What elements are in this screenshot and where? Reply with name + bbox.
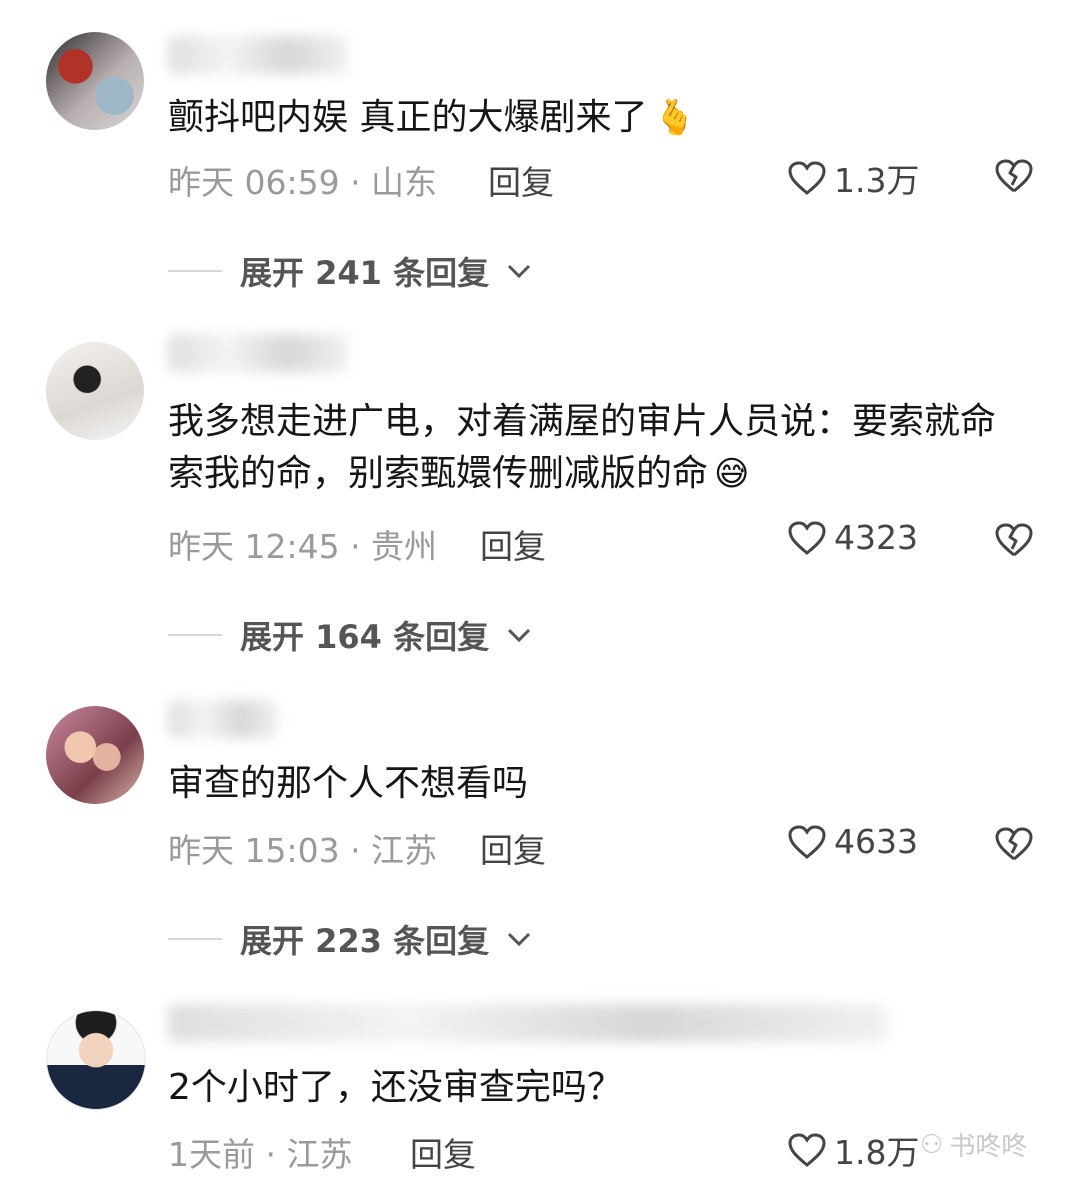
comment-meta: 昨天 12:45 · 贵州	[168, 527, 438, 566]
username-blurred[interactable]	[168, 700, 278, 738]
heart-icon	[788, 1133, 826, 1167]
comment-text: 审查的那个人不想看吗	[168, 763, 529, 804]
divider	[168, 270, 222, 272]
heart-icon	[788, 520, 826, 555]
reply-button[interactable]: 回复	[480, 520, 546, 568]
like-count: 4323	[834, 518, 918, 557]
sweat-smile-emoji: 😅	[714, 454, 750, 494]
watermark: ⚇ 书咚咚	[920, 1129, 1028, 1163]
like-count: 4633	[834, 822, 918, 861]
username-blurred[interactable]	[168, 1004, 888, 1042]
comment-item: 2个小时了，还没审查完吗？ 1天前 · 江苏 回复 1.8万	[0, 0, 1080, 1174]
broken-heart-icon[interactable]	[994, 522, 1034, 558]
wechat-icon: ⚇	[920, 1129, 944, 1160]
reply-button[interactable]: 回复	[410, 1128, 476, 1176]
heart-icon	[788, 824, 826, 859]
like-button[interactable]: 4633	[788, 822, 918, 861]
divider	[168, 634, 222, 636]
expand-replies[interactable]: 展开 223 条回复	[168, 916, 531, 962]
chevron-down-icon	[508, 932, 531, 947]
comment-meta: 昨天 15:03 · 江苏	[168, 831, 438, 870]
comment-meta: 1天前 · 江苏	[168, 1135, 353, 1174]
reply-button[interactable]: 回复	[480, 824, 546, 872]
user-avatar[interactable]	[46, 342, 144, 440]
user-avatar[interactable]	[46, 1010, 146, 1110]
divider	[168, 938, 222, 940]
broken-heart-icon[interactable]	[994, 826, 1034, 862]
user-avatar[interactable]	[46, 706, 144, 804]
chevron-down-icon	[508, 264, 531, 279]
like-button[interactable]: 1.8万	[788, 1126, 919, 1174]
like-count: 1.8万	[834, 1133, 920, 1172]
comment-text: 2个小时了，还没审查完吗？	[168, 1067, 623, 1108]
chevron-down-icon	[508, 628, 531, 643]
comment-text: 我多想走进广电，对着满屋的审片人员说：要索就命索我的命，别索甄嬛传删减版的命 😅	[168, 401, 997, 494]
expand-replies[interactable]: 展开 164 条回复	[168, 612, 531, 658]
like-button[interactable]: 4323	[788, 518, 918, 557]
expand-replies[interactable]: 展开 241 条回复	[168, 248, 531, 294]
username-blurred[interactable]	[168, 334, 348, 372]
